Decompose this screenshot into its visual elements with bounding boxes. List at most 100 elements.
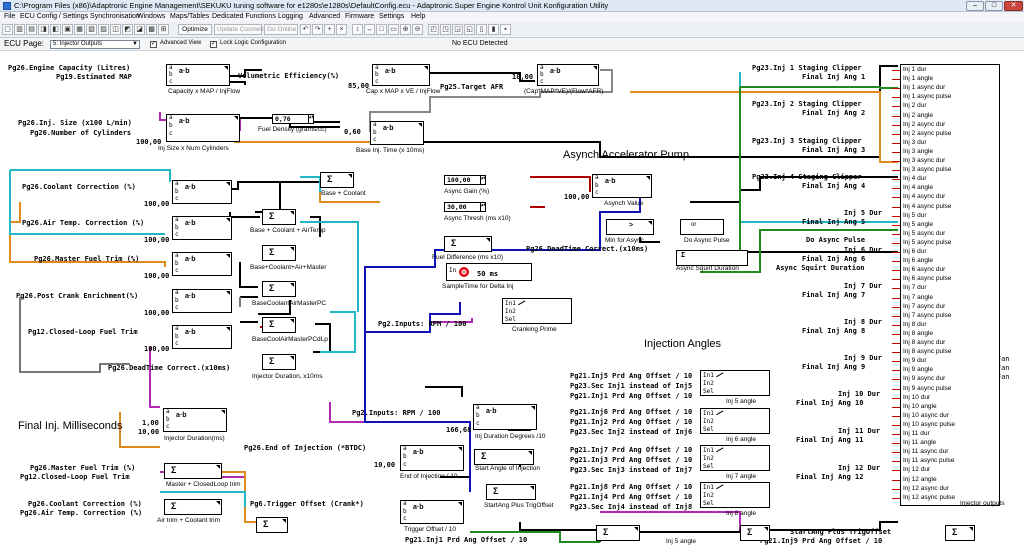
- input-pin[interactable]: [892, 361, 900, 363]
- ecu-page-select[interactable]: 5: Injector Outputs ▼: [50, 40, 140, 49]
- toolbar-tool-icon[interactable]: ◲: [452, 24, 463, 35]
- startang-trig-sum-block[interactable]: Σ: [486, 484, 536, 500]
- min-async-block[interactable]: >: [606, 219, 654, 235]
- input-pin[interactable]: [892, 470, 900, 472]
- post-crank-multiply-block[interactable]: a b c a·b: [172, 289, 232, 313]
- toolbar-tool-icon[interactable]: ▩: [146, 24, 157, 35]
- input-pin[interactable]: [892, 79, 900, 81]
- input-pin[interactable]: [892, 270, 900, 272]
- close-button[interactable]: ✕: [1004, 1, 1023, 11]
- menu-help[interactable]: Help: [411, 12, 425, 22]
- base-coolant-sum-block[interactable]: Σ: [320, 172, 354, 188]
- closed-loop-multiply-block[interactable]: a b c a·b: [172, 325, 232, 349]
- master-trim-multiply-block[interactable]: a b c a·b: [172, 252, 232, 276]
- input-pin[interactable]: [892, 343, 900, 344]
- toolbar-tool-icon[interactable]: ×: [336, 24, 347, 35]
- toolbar-new-icon[interactable]: ▢: [2, 24, 13, 35]
- async-squirt-block[interactable]: Σ: [676, 250, 748, 266]
- input-pin[interactable]: [892, 252, 900, 253]
- inj7-angle-switch[interactable]: In1 In2 Sel: [700, 445, 770, 471]
- toolbar-tool-icon[interactable]: ↕: [352, 24, 363, 35]
- toolbar-tool-icon[interactable]: ◰: [428, 24, 439, 35]
- input-pin[interactable]: [892, 333, 900, 335]
- trigger-offset-block[interactable]: a b c a·b: [400, 500, 464, 524]
- go-online-button[interactable]: Go Online: [264, 24, 298, 35]
- input-pin[interactable]: [892, 224, 900, 226]
- input-pin[interactable]: [892, 443, 900, 445]
- input-pin[interactable]: [892, 379, 900, 381]
- input-pin[interactable]: [892, 388, 900, 390]
- input-pin[interactable]: [892, 488, 900, 490]
- cranking-prime-switch[interactable]: In1 In2 Sel: [502, 298, 572, 324]
- bottom-sum-block-3[interactable]: Σ: [945, 525, 975, 541]
- bcamp-sum-block[interactable]: Σ: [262, 281, 296, 297]
- input-pin[interactable]: [892, 142, 900, 144]
- toolbar-tool-icon[interactable]: ↔: [364, 24, 375, 35]
- menu-maps-tables[interactable]: Maps/Tables: [170, 12, 209, 22]
- menu-dedicated-functions[interactable]: Dedicated Functions: [212, 12, 276, 22]
- async-thresh-input[interactable]: 30,00 ▲▼: [444, 202, 486, 212]
- toolbar-tool-icon[interactable]: ▪: [500, 24, 511, 35]
- zoom-out-icon[interactable]: ⊖: [412, 24, 423, 35]
- toolbar-tool-icon[interactable]: □: [376, 24, 387, 35]
- input-pin[interactable]: [892, 461, 900, 463]
- injector-outputs-block[interactable]: Inj 1 dur Inj 1 angle Inj 1 async dur Inj 1…: [892, 64, 1000, 506]
- input-pin[interactable]: [892, 370, 900, 372]
- input-pin[interactable]: [892, 215, 900, 217]
- menu-advanced[interactable]: Advanced: [309, 12, 340, 22]
- input-pin[interactable]: [892, 306, 900, 308]
- toolbar-tool-icon[interactable]: ▦: [74, 24, 85, 35]
- input-pin[interactable]: [892, 261, 900, 263]
- menu-windows[interactable]: Windows: [137, 12, 165, 22]
- input-pin[interactable]: [892, 452, 900, 454]
- menu-firmware[interactable]: Firmware: [345, 12, 374, 22]
- inj8-angle-switch[interactable]: In1 In2 Sel: [700, 482, 770, 508]
- spinner-icon[interactable]: ▲▼: [480, 176, 486, 184]
- input-pin[interactable]: [892, 352, 900, 354]
- do-async-block[interactable]: or: [680, 219, 724, 235]
- base-cam-sum-block[interactable]: Σ: [262, 245, 296, 261]
- toolbar-tool-icon[interactable]: ▯: [476, 24, 487, 35]
- bottom-sum-block-2[interactable]: Σ: [740, 525, 770, 541]
- input-pin[interactable]: [892, 415, 900, 417]
- menu-settings[interactable]: Settings: [379, 12, 404, 22]
- toolbar-tool-icon[interactable]: ◱: [464, 24, 475, 35]
- toolbar-tool-icon[interactable]: ◳: [440, 24, 451, 35]
- toolbar-tool-icon[interactable]: ◨: [38, 24, 49, 35]
- input-pin[interactable]: [892, 115, 900, 117]
- input-pin[interactable]: [892, 297, 900, 299]
- menu-ecu-config[interactable]: ECU Config / Settings Synchronisation: [20, 12, 140, 22]
- input-pin[interactable]: [892, 479, 900, 481]
- toolbar-tool-icon[interactable]: ▭: [388, 24, 399, 35]
- toolbar-tool-icon[interactable]: +: [324, 24, 335, 35]
- input-pin[interactable]: [892, 315, 900, 317]
- input-pin[interactable]: [892, 206, 900, 208]
- input-pin[interactable]: [892, 397, 900, 399]
- bottom-sum-block-1[interactable]: Σ: [596, 525, 640, 541]
- input-pin[interactable]: [892, 324, 900, 326]
- toolbar-tool-icon[interactable]: ▧: [86, 24, 97, 35]
- spinner-icon[interactable]: ▲▼: [480, 203, 486, 211]
- menu-logging[interactable]: Logging: [278, 12, 303, 22]
- async-gain-input[interactable]: 100,00 ▲▼: [444, 175, 486, 185]
- minimize-button[interactable]: –: [966, 1, 984, 11]
- inj-dur-deg-block[interactable]: a b c a·b: [473, 404, 537, 430]
- spinner-icon[interactable]: ▲▼: [308, 115, 314, 123]
- toolbar-tool-icon[interactable]: ◫: [110, 24, 121, 35]
- async-value-block[interactable]: a b c a·b: [592, 174, 652, 198]
- toolbar-save-icon[interactable]: ▤: [26, 24, 37, 35]
- input-pin[interactable]: [892, 88, 900, 90]
- toolbar-tool-icon[interactable]: ◩: [122, 24, 133, 35]
- base-coolant-air-sum-block[interactable]: Σ: [262, 209, 296, 225]
- input-pin[interactable]: [892, 179, 900, 181]
- sample-time-block[interactable]: In 50 ms: [446, 263, 532, 281]
- toolbar-tool-icon[interactable]: ▮: [488, 24, 499, 35]
- input-pin[interactable]: [892, 242, 900, 244]
- input-pin[interactable]: [892, 161, 900, 162]
- input-pin[interactable]: [892, 424, 900, 426]
- advanced-view-checkbox[interactable]: ✓: [150, 41, 157, 48]
- master-cl-sum-block[interactable]: Σ: [164, 463, 222, 479]
- air-temp-multiply-block[interactable]: a b c a·b: [172, 216, 232, 240]
- toolbar-tool-icon[interactable]: ⊞: [158, 24, 169, 35]
- undo-icon[interactable]: ↶: [300, 24, 311, 35]
